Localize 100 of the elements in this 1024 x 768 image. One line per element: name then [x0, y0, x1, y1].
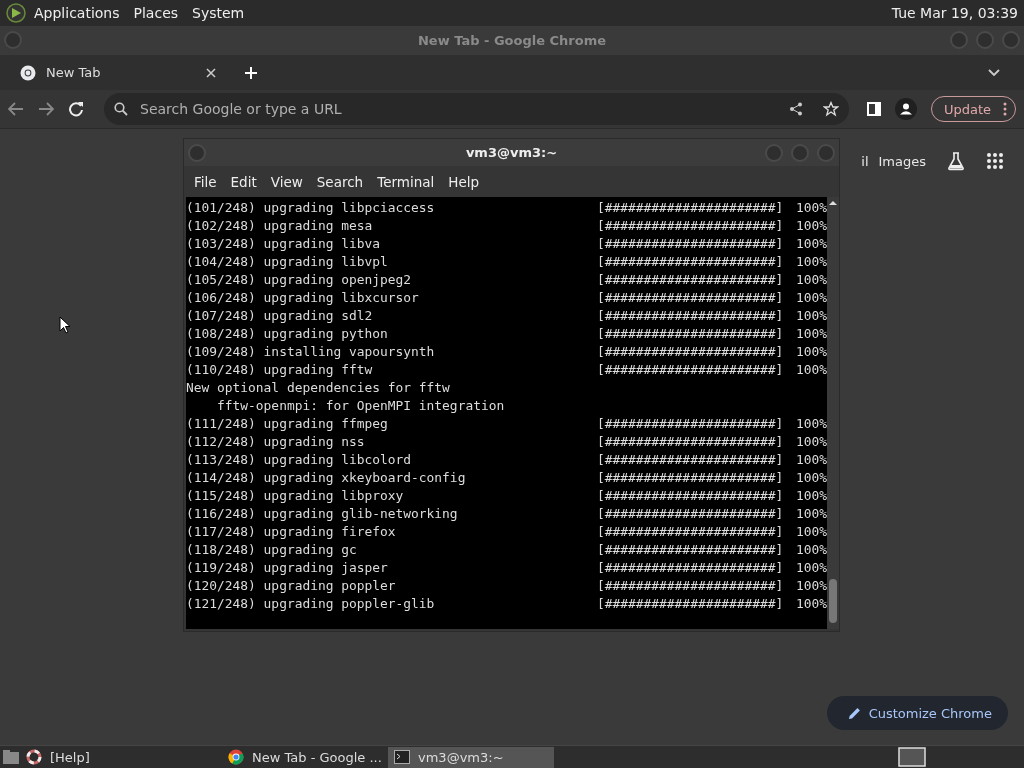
percent-text: 100%	[796, 505, 827, 523]
percent-text: 100%	[796, 595, 827, 613]
percent-text: 100%	[796, 487, 827, 505]
menu-item[interactable]: Edit	[224, 173, 263, 190]
terminal-line: (113/248) upgrading libcolord	[186, 451, 412, 469]
progress-bar-text: [######################]	[597, 577, 784, 595]
window-title: vm3@vm3:~	[465, 145, 558, 160]
header-link[interactable]: il	[861, 153, 869, 169]
terminal-line: New optional dependencies for fftw	[186, 379, 450, 397]
progress-bar-text: [######################]	[597, 451, 784, 469]
back-icon[interactable]	[8, 101, 24, 117]
progress-bar-text: [######################]	[597, 325, 784, 343]
more-icon	[1003, 102, 1007, 116]
flask-icon[interactable]	[946, 151, 966, 171]
progress-bar-text: [######################]	[597, 415, 784, 433]
progress-bar-text: [######################]	[597, 307, 784, 325]
taskbar-button[interactable]: [Help]	[20, 746, 186, 768]
menu-item[interactable]: Search	[310, 173, 370, 190]
scrollbar[interactable]	[827, 197, 839, 629]
terminal-line: (112/248) upgrading nss	[186, 433, 365, 451]
star-icon[interactable]	[822, 101, 839, 117]
customize-chrome-button[interactable]: Customize Chrome	[826, 696, 1008, 730]
terminal-line: (114/248) upgrading xkeyboard-config	[186, 469, 466, 487]
terminal-line: (103/248) upgrading libva	[186, 235, 381, 253]
terminal-line: (111/248) upgrading ffmpeg	[186, 415, 388, 433]
percent-text: 100%	[796, 217, 827, 235]
terminal-line: (120/248) upgrading poppler	[186, 577, 396, 595]
scroll-up-icon[interactable]	[827, 199, 839, 207]
address-field[interactable]: Search Google or type a URL	[138, 100, 779, 118]
percent-text: 100%	[796, 559, 827, 577]
terminal-line: (121/248) upgrading poppler-glib	[186, 595, 435, 613]
progress-bar-text: [######################]	[597, 469, 784, 487]
progress-bar-text: [######################]	[597, 541, 784, 559]
panel-menu[interactable]: Applications	[34, 5, 120, 21]
progress-bar-text: [######################]	[597, 433, 784, 451]
percent-text: 100%	[796, 523, 827, 541]
menu-item[interactable]: View	[264, 173, 309, 190]
scrollbar-thumb[interactable]	[829, 579, 837, 623]
progress-bar-text: [######################]	[597, 505, 784, 523]
menu-item[interactable]: Terminal	[371, 173, 441, 190]
percent-text: 100%	[796, 307, 827, 325]
share-icon[interactable]	[788, 102, 803, 116]
terminal-line: (108/248) upgrading python	[186, 325, 388, 343]
browser-logo-icon	[228, 749, 244, 765]
side-panel-icon[interactable]	[866, 102, 881, 116]
percent-text: 100%	[796, 289, 827, 307]
terminal-line: (119/248) upgrading jasper	[186, 559, 388, 577]
address-bar[interactable]: Search Google or type a URL	[104, 93, 849, 125]
window-title: New Tab - Google Chrome	[417, 33, 607, 48]
search-icon	[114, 102, 128, 116]
progress-bar-text: [######################]	[597, 199, 784, 217]
percent-text: 100%	[796, 271, 827, 289]
terminal-icon	[394, 750, 410, 764]
plus-icon[interactable]	[244, 65, 258, 80]
percent-text: 100%	[796, 235, 827, 253]
clock[interactable]: Tue Mar 19, 03:39	[891, 5, 1018, 21]
progress-bar-text: [######################]	[597, 253, 784, 271]
percent-text: 100%	[796, 415, 827, 433]
percent-text: 100%	[796, 253, 827, 271]
percent-text: 100%	[796, 343, 827, 361]
panel-menu[interactable]: Places	[133, 5, 179, 21]
terminal-line: fftw-openmpi: for OpenMPI integration	[216, 397, 505, 415]
distro-logo-icon[interactable]	[6, 3, 26, 23]
browser-logo-icon	[20, 64, 36, 81]
menu-item[interactable]: Help	[442, 173, 486, 190]
header-link[interactable]: Images	[878, 153, 926, 169]
terminal-line: (101/248) upgrading libpciaccess	[186, 199, 435, 217]
percent-text: 100%	[796, 541, 827, 559]
close-icon[interactable]	[206, 67, 216, 78]
progress-bar-text: [######################]	[597, 217, 784, 235]
mouse-pointer-icon	[59, 316, 71, 334]
taskbar-button[interactable]: New Tab - Google ...	[222, 746, 388, 768]
terminal-line: (118/248) upgrading gc	[186, 541, 357, 559]
menu-item[interactable]: File	[188, 173, 223, 190]
apps-grid-icon[interactable]	[986, 152, 1004, 170]
progress-bar-text: [######################]	[597, 343, 784, 361]
progress-bar-text: [######################]	[597, 361, 784, 379]
pencil-icon	[848, 707, 861, 719]
percent-text: 100%	[796, 433, 827, 451]
reload-icon[interactable]	[68, 101, 84, 117]
profile-icon[interactable]	[894, 98, 917, 120]
terminal-line: (105/248) upgrading openjpeg2	[186, 271, 412, 289]
terminal-line: (102/248) upgrading mesa	[186, 217, 373, 235]
terminal-line: (104/248) upgrading libvpl	[186, 253, 388, 271]
forward-icon[interactable]	[38, 101, 54, 117]
terminal-line: (110/248) upgrading fftw	[186, 361, 373, 379]
taskbar-button[interactable]: vm3@vm3:~	[388, 746, 554, 768]
terminal-line: (106/248) upgrading libxcursor	[186, 289, 419, 307]
progress-bar-text: [######################]	[597, 523, 784, 541]
progress-bar-text: [######################]	[597, 559, 784, 577]
workspace-switcher-icon[interactable]	[898, 747, 926, 767]
percent-text: 100%	[796, 361, 827, 379]
percent-text: 100%	[796, 469, 827, 487]
chevron-down-icon[interactable]	[988, 68, 1000, 77]
terminal-line: (117/248) upgrading firefox	[186, 523, 396, 541]
progress-bar-text: [######################]	[597, 487, 784, 505]
terminal-line: (107/248) upgrading sdl2	[186, 307, 373, 325]
progress-bar-text: [######################]	[597, 595, 784, 613]
panel-menu[interactable]: System	[192, 5, 245, 21]
percent-text: 100%	[796, 451, 827, 469]
